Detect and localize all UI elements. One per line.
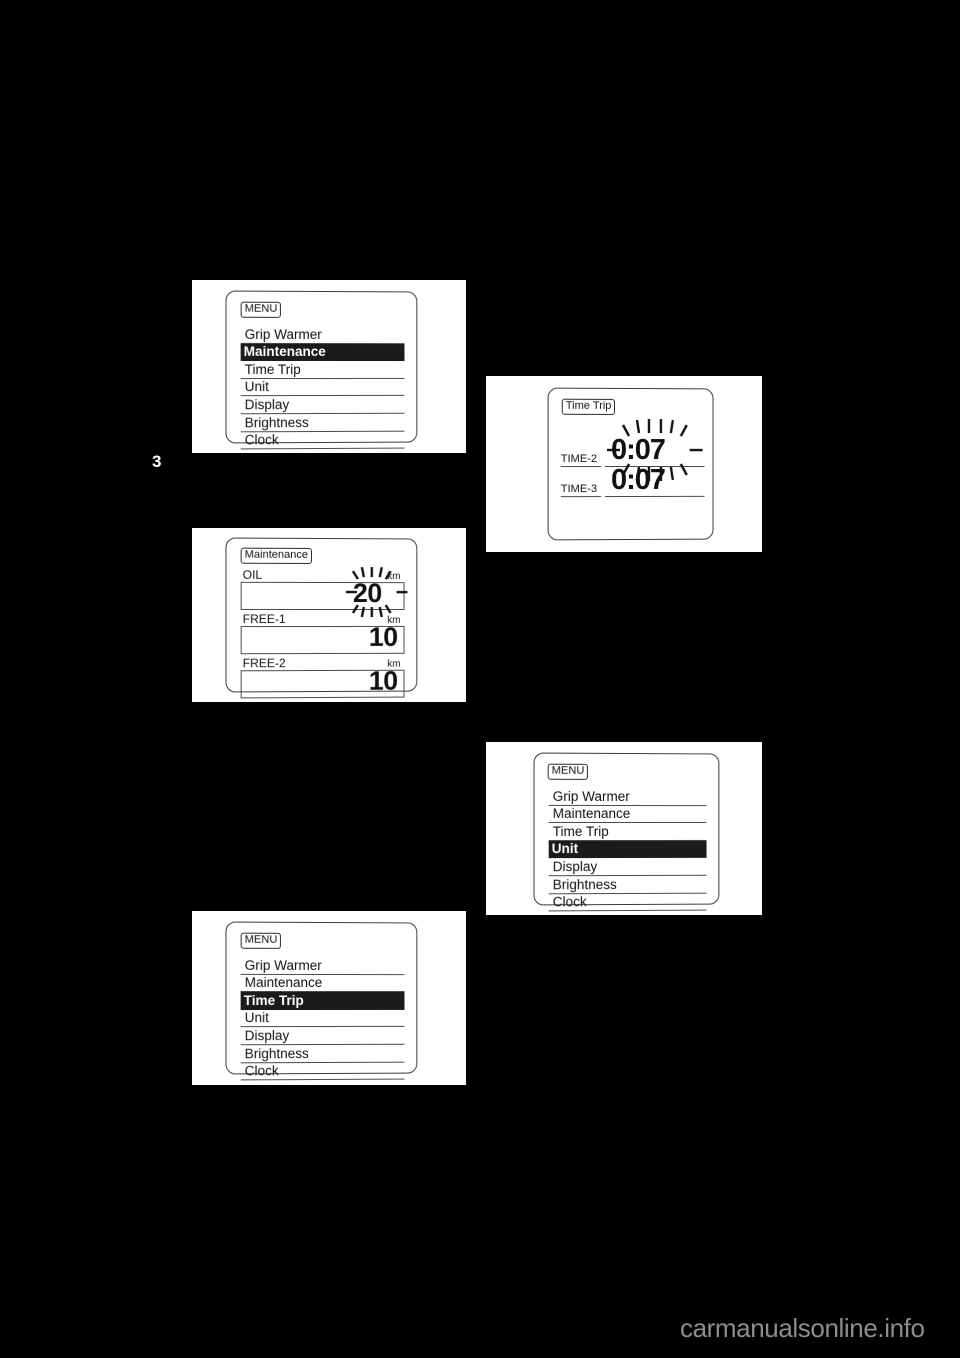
screen-title-chip: MENU [547, 763, 589, 780]
watermark: carmanualsonline.info [680, 1313, 925, 1343]
maintenance-label-free1: FREE-1 [242, 611, 286, 627]
figure-menu-time-trip: MENU Grip Warmer Maintenance Time Trip U… [192, 911, 466, 1085]
screen-title-chip: Time Trip [561, 398, 616, 415]
time-trip-value-time2: 0:07 [610, 433, 665, 467]
menu-item-label: Maintenance [552, 806, 631, 822]
menu-item-time-trip[interactable]: Time Trip [548, 823, 707, 841]
figure-menu-maintenance: MENU Grip Warmer Maintenance Time Trip U… [192, 280, 466, 453]
menu-item-grip-warmer[interactable]: Grip Warmer [240, 325, 405, 344]
maintenance-value-box-oil: 20 [240, 578, 405, 611]
figure-time-trip-screen: Time Trip TIME-2 0:07 TIME-3 0:07 [486, 376, 762, 552]
menu-list: Grip Warmer Maintenance Time Trip Unit D… [240, 325, 405, 450]
figure-maintenance-screen: Maintenance OIL km 20 FREE-1 km 10 FREE-… [192, 528, 466, 702]
time-trip-label-time2: TIME-2 [560, 452, 598, 466]
menu-item-label: Brightness [552, 876, 617, 892]
menu-item-clock[interactable]: Clock [240, 431, 405, 450]
menu-item-label: Grip Warmer [552, 788, 630, 804]
chapter-number: 3 [152, 452, 162, 471]
menu-item-maintenance[interactable]: Maintenance [240, 974, 405, 993]
menu-item-label: Time Trip [244, 361, 301, 377]
menu-item-maintenance[interactable]: Maintenance [240, 343, 405, 362]
maintenance-value-free1: 10 [368, 621, 398, 652]
time-trip-row-time3-label: TIME-3 [560, 477, 601, 498]
menu-item-label: Maintenance [243, 344, 326, 360]
menu-item-label: Grip Warmer [244, 326, 322, 342]
menu-list: Grip Warmer Maintenance Time Trip Unit D… [240, 956, 405, 1081]
menu-item-clock[interactable]: Clock [240, 1062, 405, 1081]
menu-item-label: Grip Warmer [244, 957, 322, 973]
menu-item-label: Maintenance [244, 975, 323, 991]
lcd-screen-menu-time-trip: MENU Grip Warmer Maintenance Time Trip U… [225, 921, 418, 1081]
menu-item-label: Time Trip [552, 823, 609, 839]
menu-item-label: Unit [244, 1010, 269, 1026]
maintenance-unit-oil: km [387, 571, 401, 583]
time-trip-row-time2-label: TIME-2 [560, 447, 601, 468]
manual-page: { "page": { "chapter_number": "3", "wate… [0, 0, 960, 1358]
menu-item-unit[interactable]: Unit [240, 378, 405, 397]
menu-item-label: Clock [244, 1063, 279, 1079]
menu-item-label: Unit [551, 841, 579, 857]
maintenance-value-free2: 10 [368, 665, 398, 696]
lcd-screen-menu-maintenance: MENU Grip Warmer Maintenance Time Trip U… [225, 290, 418, 450]
menu-item-label: Display [244, 397, 290, 413]
menu-item-label: Brightness [244, 414, 309, 430]
menu-item-maintenance[interactable]: Maintenance [548, 805, 707, 824]
maintenance-value-oil: 20 [352, 578, 382, 609]
menu-item-brightness[interactable]: Brightness [240, 1044, 405, 1063]
menu-item-display[interactable]: Display [240, 396, 405, 415]
menu-item-label: Clock [552, 894, 587, 910]
screen-title-chip: MENU [240, 932, 282, 949]
divider [560, 466, 601, 468]
time-trip-value-time3: 0:07 [610, 464, 665, 497]
maintenance-label-oil: OIL [242, 567, 263, 582]
figure-menu-unit: MENU Grip Warmer Maintenance Time Trip U… [486, 742, 762, 915]
menu-item-unit[interactable]: Unit [548, 840, 707, 859]
time-trip-label-time3: TIME-3 [560, 483, 598, 496]
menu-item-label: Brightness [244, 1045, 309, 1061]
screen-title-chip: MENU [240, 301, 282, 318]
lcd-screen-menu-unit: MENU Grip Warmer Maintenance Time Trip U… [533, 752, 720, 912]
menu-item-label: Display [552, 859, 598, 875]
menu-item-time-trip[interactable]: Time Trip [240, 361, 405, 379]
menu-item-clock[interactable]: Clock [548, 893, 707, 912]
menu-item-label: Clock [244, 432, 279, 448]
menu-item-brightness[interactable]: Brightness [240, 413, 405, 432]
menu-item-label: Display [244, 1028, 290, 1044]
menu-item-time-trip[interactable]: Time Trip [240, 992, 405, 1010]
menu-list: Grip Warmer Maintenance Time Trip Unit D… [548, 787, 707, 912]
menu-item-brightness[interactable]: Brightness [548, 875, 707, 894]
menu-item-grip-warmer[interactable]: Grip Warmer [548, 787, 707, 806]
lcd-screen-maintenance: Maintenance OIL km 20 FREE-1 km 10 FREE-… [225, 537, 418, 699]
maintenance-value-box-free2: 10 [240, 666, 405, 699]
menu-item-grip-warmer[interactable]: Grip Warmer [240, 956, 405, 975]
screen-title-chip: Maintenance [240, 547, 313, 564]
maintenance-label-free2: FREE-2 [242, 656, 286, 671]
menu-item-label: Time Trip [243, 992, 304, 1008]
menu-item-display[interactable]: Display [548, 858, 707, 877]
menu-item-label: Unit [244, 379, 269, 395]
divider [560, 496, 601, 498]
menu-item-unit[interactable]: Unit [240, 1009, 405, 1028]
maintenance-value-box-free1: 10 [240, 622, 405, 655]
menu-item-display[interactable]: Display [240, 1027, 405, 1046]
lcd-screen-time-trip: Time Trip TIME-2 0:07 TIME-3 0:07 [547, 387, 714, 541]
